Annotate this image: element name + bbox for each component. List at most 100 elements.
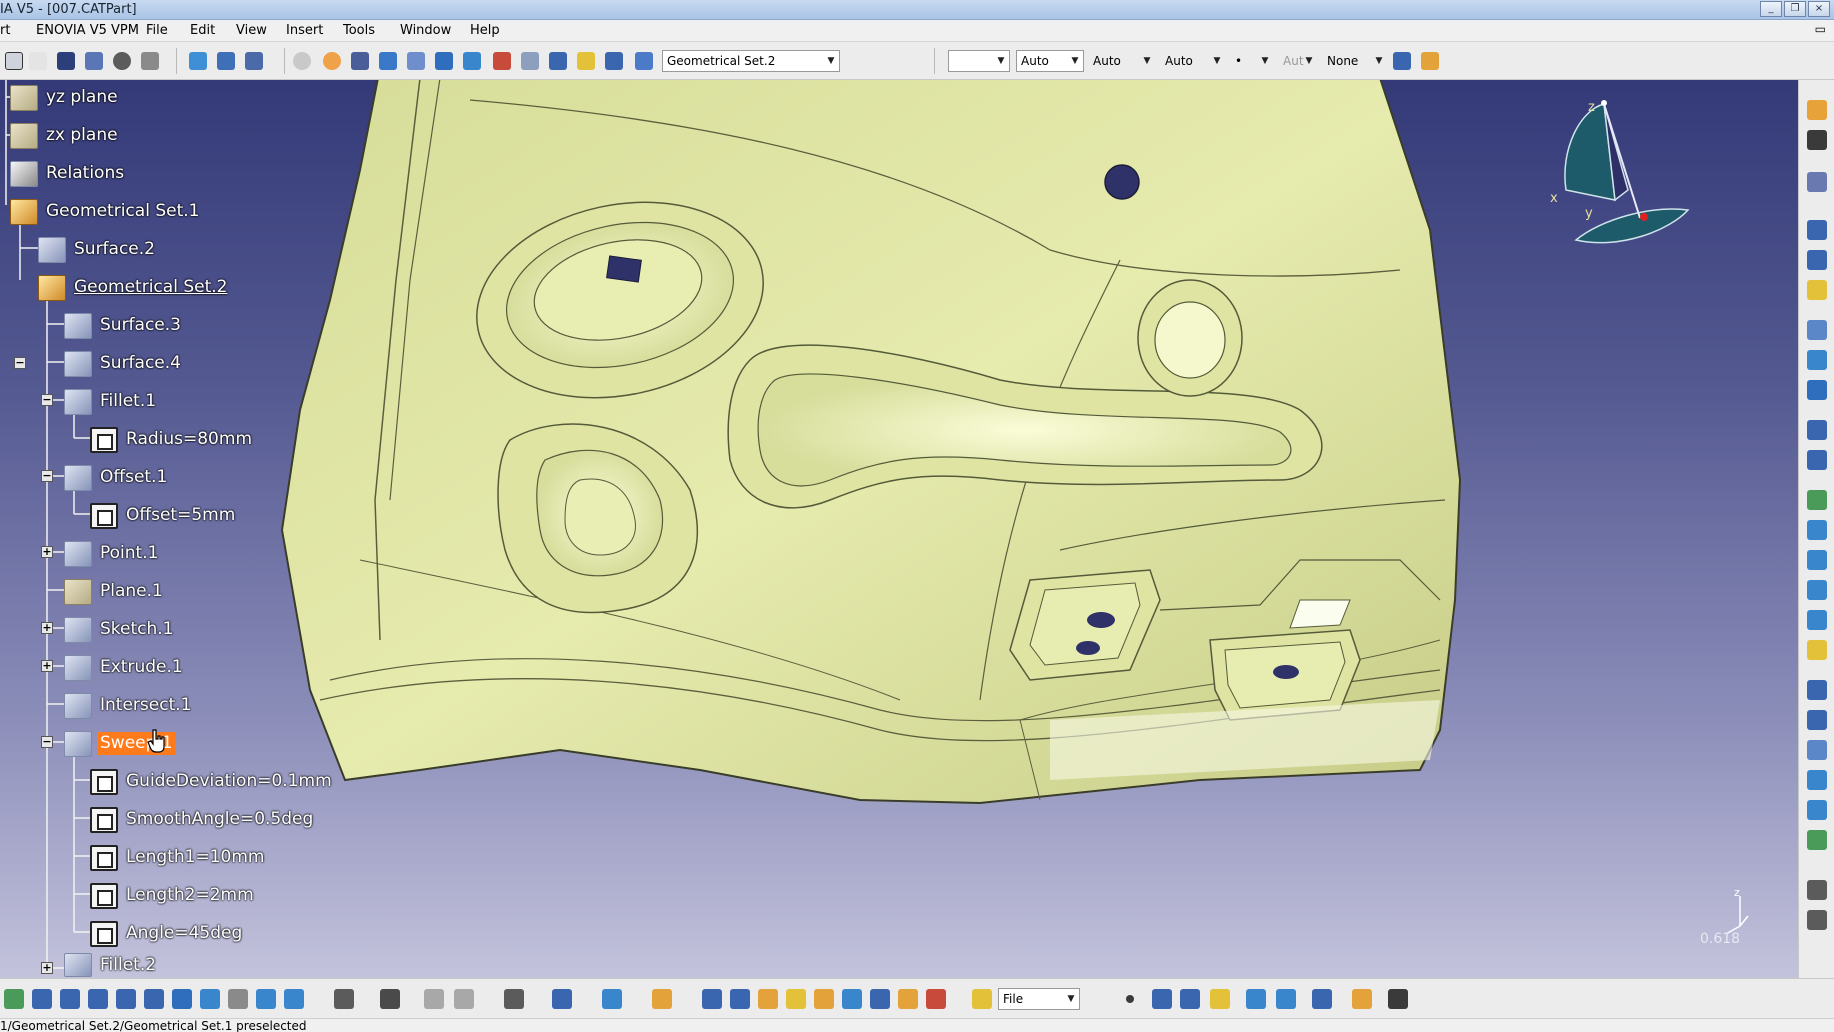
select-arrow-icon[interactable]: [1807, 100, 1827, 120]
spring-icon[interactable]: [814, 989, 834, 1009]
expand-toggle[interactable]: +: [41, 622, 53, 634]
blend-tool-icon[interactable]: [1807, 610, 1827, 630]
expand-toggle[interactable]: +: [41, 962, 53, 974]
boundary-tool-icon[interactable]: [1807, 740, 1827, 760]
compass-icon[interactable]: z x y: [1540, 90, 1700, 260]
linetype-combo-3[interactable]: Auto ▼: [1160, 50, 1226, 72]
table-icon[interactable]: [424, 989, 444, 1009]
cut-icon[interactable]: [492, 51, 512, 71]
collapse-toggle[interactable]: −: [41, 394, 53, 406]
hide-show-icon[interactable]: [244, 51, 264, 71]
menu-view[interactable]: View: [236, 23, 267, 38]
connect-icon[interactable]: [702, 989, 722, 1009]
bottle-icon[interactable]: [758, 989, 778, 1009]
collapse-toggle[interactable]: −: [41, 470, 53, 482]
hand-icon[interactable]: [322, 51, 342, 71]
multi-section-icon[interactable]: [1807, 580, 1827, 600]
plane-tool-icon[interactable]: [1807, 280, 1827, 300]
sphere-tool-icon[interactable]: [1807, 380, 1827, 400]
expand-toggle[interactable]: +: [41, 660, 53, 672]
extract-tool-icon[interactable]: [1807, 770, 1827, 790]
camera-icon[interactable]: [380, 989, 400, 1009]
offset-tool-icon[interactable]: [1807, 640, 1827, 660]
swap-space-icon[interactable]: [284, 989, 304, 1009]
lightbulb-icon[interactable]: [28, 51, 48, 71]
grid-icon[interactable]: [406, 51, 426, 71]
cube-view-icon[interactable]: [434, 51, 454, 71]
normal-view-icon[interactable]: [144, 989, 164, 1009]
list-icon[interactable]: [604, 51, 624, 71]
point-tool-icon[interactable]: [1807, 220, 1827, 240]
linetype-combo-2[interactable]: Auto ▼: [1088, 50, 1156, 72]
collapse-toggle[interactable]: −: [14, 357, 26, 369]
zoom-in-icon[interactable]: [88, 989, 108, 1009]
tag-icon[interactable]: [786, 989, 806, 1009]
fill-tool-icon[interactable]: [1807, 520, 1827, 540]
curve-tool-icon[interactable]: [1152, 989, 1172, 1009]
update-icon[interactable]: [188, 51, 208, 71]
minimize-button[interactable]: _: [1760, 1, 1782, 17]
tools-icon[interactable]: [1388, 989, 1408, 1009]
extrude-tool-icon[interactable]: [1807, 320, 1827, 340]
current-set-combo[interactable]: Geometrical Set.2 ▼: [662, 50, 840, 72]
hybrid-icon[interactable]: [1276, 989, 1296, 1009]
close-button[interactable]: ×: [1808, 1, 1830, 17]
expand-toggle[interactable]: +: [41, 546, 53, 558]
analysis-icon[interactable]: [602, 989, 622, 1009]
abc-icon[interactable]: [504, 989, 524, 1009]
multi-update-icon[interactable]: [216, 51, 236, 71]
menu-file[interactable]: File: [146, 23, 168, 38]
file-combo[interactable]: File ▼: [998, 988, 1080, 1010]
menu-start[interactable]: rt: [0, 23, 10, 38]
spline-tool-icon[interactable]: [1807, 450, 1827, 470]
tree-expand-icon[interactable]: [140, 51, 160, 71]
shape-icon[interactable]: [842, 989, 862, 1009]
box-view-icon[interactable]: [462, 51, 482, 71]
brush-icon[interactable]: [1420, 51, 1440, 71]
menu-edit[interactable]: Edit: [190, 23, 215, 38]
painter-icon[interactable]: [1392, 51, 1412, 71]
rotate-view-icon[interactable]: [60, 989, 80, 1009]
gear-icon[interactable]: [112, 51, 132, 71]
map-icon[interactable]: [870, 989, 890, 1009]
fit-all-icon[interactable]: [4, 989, 24, 1009]
shading-icon[interactable]: [228, 989, 248, 1009]
align-icon[interactable]: [548, 51, 568, 71]
3d-viewport[interactable]: yz plane zx plane Relations Geometrical …: [0, 80, 1798, 978]
curve-icon[interactable]: [730, 989, 750, 1009]
axis-icon[interactable]: [350, 51, 370, 71]
color-combo[interactable]: ▼: [948, 50, 1010, 72]
split-tool-icon[interactable]: [1807, 680, 1827, 700]
hierarchy-icon[interactable]: [84, 51, 104, 71]
point-style-combo[interactable]: • ▼: [1230, 50, 1274, 72]
insert-table-icon[interactable]: [454, 989, 474, 1009]
menu-enovia[interactable]: ENOVIA V5 VPM: [36, 23, 139, 38]
fillet-tool-icon[interactable]: [1807, 800, 1827, 820]
restore-button[interactable]: ❐: [1784, 1, 1806, 17]
menu-tools[interactable]: Tools: [343, 23, 375, 38]
menu-restore-icon[interactable]: ▭: [1815, 22, 1826, 36]
layers-icon[interactable]: [898, 989, 918, 1009]
hide-show-view-icon[interactable]: [256, 989, 276, 1009]
layer-icon[interactable]: [520, 51, 540, 71]
speech-bubble-icon[interactable]: [4, 51, 24, 71]
point-icon[interactable]: [1126, 995, 1134, 1003]
grid-snap-icon[interactable]: [1352, 989, 1372, 1009]
sketcher-icon[interactable]: [1807, 130, 1827, 150]
sketch-icon[interactable]: [1807, 172, 1827, 192]
hand-tool-icon[interactable]: [652, 989, 672, 1009]
menu-help[interactable]: Help: [470, 23, 500, 38]
measure-tool-icon[interactable]: [1807, 910, 1827, 930]
linetype-combo-1[interactable]: Auto ▼: [1016, 50, 1084, 72]
folder-icon[interactable]: [972, 989, 992, 1009]
menu-window[interactable]: Window: [400, 23, 451, 38]
3d-axis-icon[interactable]: [378, 51, 398, 71]
iso-view-icon[interactable]: [200, 989, 220, 1009]
layer-combo[interactable]: Aut ▼: [1278, 50, 1318, 72]
box-tool-icon[interactable]: [1807, 880, 1827, 900]
revolve-tool-icon[interactable]: [1807, 350, 1827, 370]
zoom-out-icon[interactable]: [116, 989, 136, 1009]
circle-tool-icon[interactable]: [1807, 420, 1827, 440]
tag-icon[interactable]: [576, 51, 596, 71]
trim-tool-icon[interactable]: [1807, 710, 1827, 730]
